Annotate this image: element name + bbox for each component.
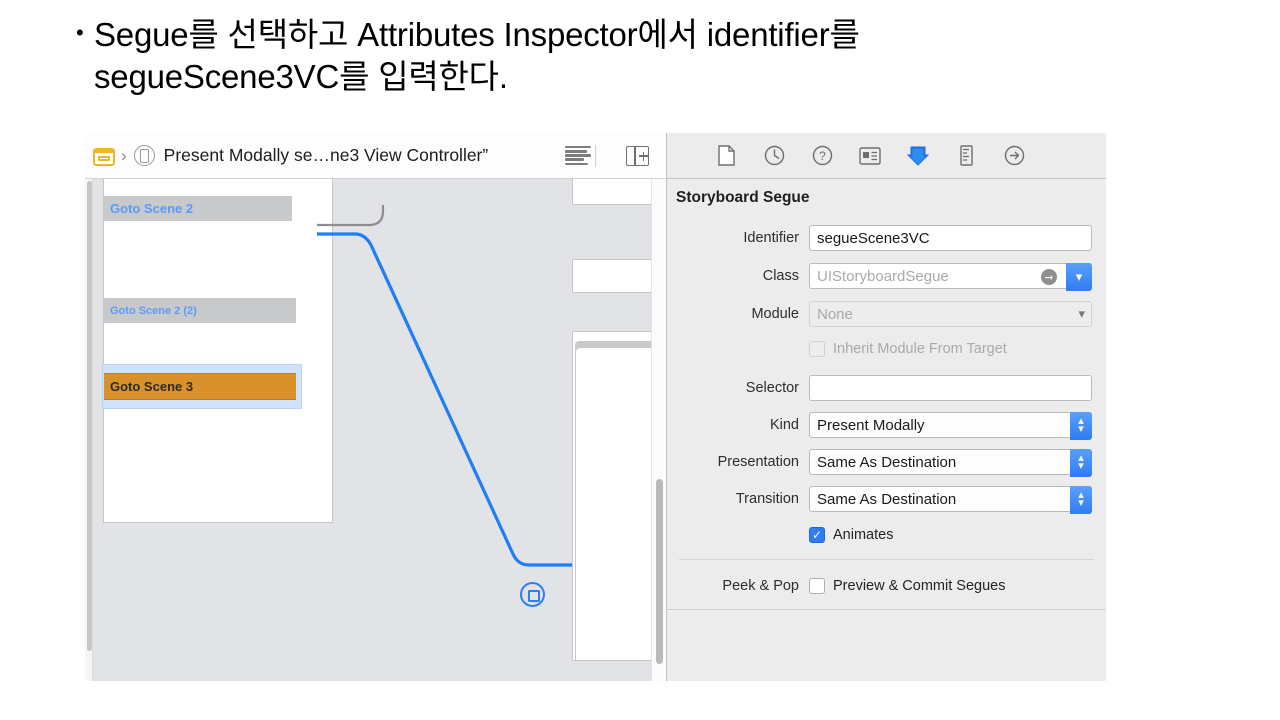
attributes-inspector-panel: ? Storyboard Segue Identifier segueScene…	[666, 133, 1106, 681]
module-placeholder: None	[817, 306, 853, 323]
scene-table-view[interactable]: Goto Scene 2 Goto Scene 2 (2) Goto Scene…	[103, 179, 333, 523]
inspector-footer	[667, 611, 1106, 681]
bullet-glyph: •	[76, 14, 84, 51]
transition-select[interactable]: Same As Destination ▴▾	[809, 486, 1092, 512]
breadcrumb-separator: ›	[121, 146, 127, 166]
kind-select[interactable]: Present Modally ▴▾	[809, 412, 1092, 438]
kind-stepper[interactable]: ▴▾	[1070, 412, 1092, 440]
segue-badge[interactable]	[520, 582, 545, 607]
animates-checkbox[interactable]: ✓	[809, 527, 825, 543]
xcode-screenshot: › Present Modally se…ne3 View Controller…	[85, 133, 1106, 681]
transition-label: Transition	[667, 491, 809, 507]
attributes-inspector-icon[interactable]	[905, 143, 931, 169]
canvas-right-scrollbar-thumb[interactable]	[656, 479, 663, 664]
inherit-module-label: Inherit Module From Target	[833, 341, 1007, 357]
heading-line-1: Segue를 선택하고 Attributes Inspector에서 ident…	[94, 14, 1084, 56]
row-transition: Transition Same As Destination ▴▾	[667, 485, 1106, 513]
table-cell-label: Goto Scene 2	[110, 201, 193, 216]
row-animates: ✓ Animates	[667, 521, 1106, 549]
heading-line-2: segueScene3VC를 입력한다.	[94, 56, 1084, 98]
presentation-select[interactable]: Same As Destination ▴▾	[809, 449, 1092, 475]
file-inspector-icon[interactable]	[713, 143, 739, 169]
kind-label: Kind	[667, 417, 809, 433]
selector-label: Selector	[667, 380, 809, 396]
row-class: Class UIStoryboardSegue ➞ ▾	[667, 262, 1106, 290]
identifier-value: segueScene3VC	[817, 230, 930, 247]
class-label: Class	[667, 268, 809, 284]
slide-heading: • Segue를 선택하고 Attributes Inspector에서 ide…	[94, 14, 1084, 98]
row-presentation: Presentation Same As Destination ▴▾	[667, 448, 1106, 476]
identifier-label: Identifier	[667, 230, 809, 246]
size-inspector-icon[interactable]	[953, 143, 979, 169]
view-controller-icon[interactable]	[134, 145, 155, 166]
presentation-label: Presentation	[667, 454, 809, 470]
history-inspector-icon[interactable]	[761, 143, 787, 169]
transition-value: Same As Destination	[817, 491, 956, 508]
class-dropdown-button[interactable]: ▾	[1066, 263, 1092, 291]
module-label: Module	[667, 306, 809, 322]
module-combo[interactable]: None ▾	[809, 301, 1092, 327]
module-chevron-down-icon[interactable]: ▾	[1078, 306, 1085, 322]
row-module: Module None ▾	[667, 300, 1106, 328]
storyboard-icon[interactable]	[93, 146, 115, 166]
animates-label: Animates	[833, 527, 893, 543]
transition-stepper[interactable]: ▴▾	[1070, 486, 1092, 514]
row-kind: Kind Present Modally ▴▾	[667, 411, 1106, 439]
table-cell-2-selected[interactable]: Goto Scene 3	[104, 373, 296, 400]
table-cell-0[interactable]: Goto Scene 2	[104, 196, 292, 221]
inherit-module-checkbox[interactable]	[809, 341, 825, 357]
row-identifier: Identifier segueScene3VC	[667, 224, 1106, 252]
identifier-input[interactable]: segueScene3VC	[809, 225, 1092, 251]
inspector-form: Storyboard Segue Identifier segueScene3V…	[667, 180, 1106, 610]
peek-and-pop-option-label: Preview & Commit Segues	[833, 578, 1005, 594]
presentation-stepper[interactable]: ▴▾	[1070, 449, 1092, 477]
peek-and-pop-label: Peek & Pop	[667, 578, 809, 594]
help-inspector-icon[interactable]: ?	[809, 143, 835, 169]
jump-bar: › Present Modally se…ne3 View Controller…	[85, 133, 665, 179]
table-cell-label: Goto Scene 2 (2)	[110, 305, 197, 317]
kind-value: Present Modally	[817, 417, 925, 434]
panel-add-icon[interactable]	[626, 146, 649, 166]
storyboard-canvas[interactable]: Goto Scene 2 Goto Scene 2 (2) Goto Scene…	[85, 179, 665, 681]
align-lines-icon[interactable]	[565, 146, 591, 165]
row-peek-and-pop: Peek & Pop Preview & Commit Segues	[667, 572, 1106, 600]
svg-text:?: ?	[819, 149, 826, 163]
table-cell-1[interactable]: Goto Scene 2 (2)	[104, 298, 296, 323]
connections-inspector-icon[interactable]	[1001, 143, 1027, 169]
row-selector: Selector	[667, 374, 1106, 402]
selector-input[interactable]	[809, 375, 1092, 401]
toolbar-divider	[595, 145, 596, 167]
peek-and-pop-checkbox[interactable]	[809, 578, 825, 594]
row-inherit-module: Inherit Module From Target	[667, 335, 1106, 363]
form-divider	[679, 559, 1094, 560]
canvas-right-scrollbar[interactable]	[651, 179, 665, 681]
class-placeholder: UIStoryboardSegue	[817, 268, 949, 285]
section-title: Storyboard Segue	[676, 189, 810, 207]
breadcrumb-title[interactable]: Present Modally se…ne3 View Controller”	[164, 145, 489, 166]
class-combo[interactable]: UIStoryboardSegue ➞ ▾	[809, 263, 1092, 289]
inspector-tab-bar: ?	[667, 133, 1106, 179]
identity-inspector-icon[interactable]	[857, 143, 883, 169]
canvas-left-scrollbar[interactable]	[85, 179, 93, 681]
table-cell-label: Goto Scene 3	[110, 379, 193, 394]
class-jump-icon[interactable]: ➞	[1041, 269, 1057, 285]
canvas-left-scrollbar-thumb[interactable]	[87, 181, 92, 651]
presentation-value: Same As Destination	[817, 454, 956, 471]
